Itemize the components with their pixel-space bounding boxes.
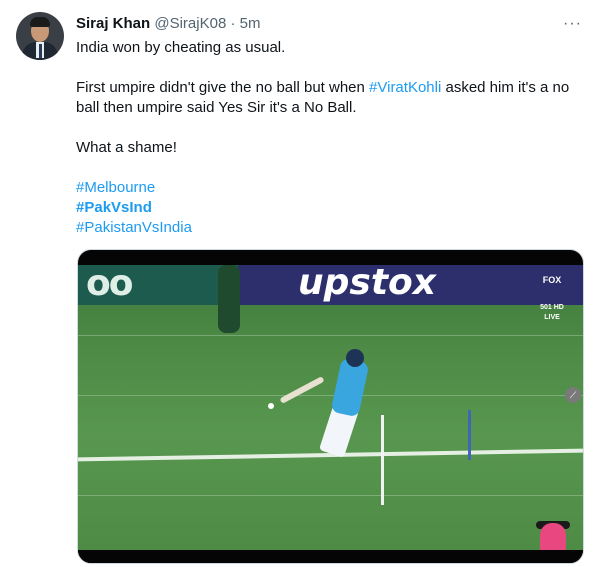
tweet-card[interactable]: Siraj Khan @SirajK08 · 5m ··· India won …	[0, 0, 600, 567]
tweet-text: India won by cheating as usual. First um…	[76, 38, 586, 238]
avatar[interactable]	[16, 12, 64, 60]
tweet-line-1: India won by cheating as usual.	[76, 39, 286, 56]
ad-board-left-text: oo	[86, 265, 133, 304]
fielder-figure	[218, 265, 240, 333]
scroll-indicator-icon[interactable]: ⟋	[565, 387, 581, 403]
ad-board-main: upstox	[238, 265, 583, 305]
ad-board-main-text: upstox	[298, 265, 436, 303]
hashtag-pakvsind[interactable]: #PakVsInd	[76, 198, 586, 218]
batsman-helmet	[346, 349, 364, 367]
video-frame[interactable]: oo upstox FOX 501 HD LIVE	[78, 265, 583, 550]
tweet-header: Siraj Khan @SirajK08 · 5m	[76, 14, 260, 34]
video-bottom-bar	[78, 550, 583, 563]
tweet-line-2-start: First umpire didn't give the no ball but…	[76, 79, 370, 96]
tweet-line-3: What a shame!	[76, 139, 177, 156]
crease-post	[381, 415, 384, 505]
hashtag-viratkohli[interactable]: #ViratKohli	[369, 79, 441, 96]
pitch-stripe	[78, 495, 583, 496]
avatar-hair	[30, 17, 50, 27]
pitch-stripe	[78, 335, 583, 336]
more-horizontal-icon[interactable]: ···	[563, 14, 582, 34]
author-handle[interactable]: @SirajK08	[154, 15, 226, 32]
bat	[279, 376, 325, 404]
stumps	[468, 410, 471, 460]
hashtag-pakistanvsindia[interactable]: #PakistanVsIndia	[76, 218, 586, 238]
live-badge: LIVE	[544, 314, 560, 321]
ball	[268, 403, 274, 409]
umpire-figure	[540, 523, 566, 550]
tweet-line-2: First umpire didn't give the no ball but…	[76, 78, 586, 118]
broadcaster-name: FOX	[542, 275, 562, 285]
separator: ·	[230, 15, 236, 32]
broadcaster-channel: 501 HD	[540, 304, 564, 311]
timestamp[interactable]: 5m	[240, 15, 261, 32]
pitch-stripe	[78, 395, 583, 396]
avatar-tie	[38, 44, 42, 58]
batsman-body	[330, 357, 370, 418]
author-name[interactable]: Siraj Khan	[76, 15, 150, 32]
broadcaster-logo: FOX 501 HD LIVE	[540, 275, 564, 323]
video-media[interactable]: oo upstox FOX 501 HD LIVE	[77, 249, 584, 564]
hashtag-melbourne[interactable]: #Melbourne	[76, 178, 586, 198]
